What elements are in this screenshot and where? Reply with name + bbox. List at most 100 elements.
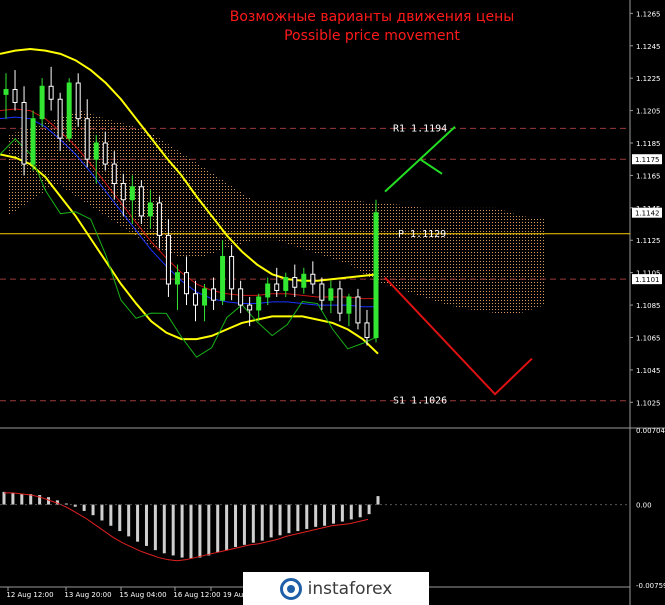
price-tick-label: 1.1125: [636, 237, 661, 245]
oscillator-bar: [314, 504, 318, 527]
chart-title-ru: Возможные варианты движения цены: [230, 9, 515, 25]
candle-body: [111, 163, 117, 185]
price-tick-label: 1.1045: [636, 367, 661, 375]
oscillator-bar: [340, 504, 344, 522]
candle-body: [102, 142, 108, 165]
oscillator-bar: [127, 504, 131, 537]
price-tick-label: 1.1205: [636, 108, 661, 116]
candle-body: [283, 277, 289, 291]
candle-body: [310, 273, 316, 285]
oscillator-bar: [136, 504, 140, 542]
price-tick-label: 1.1165: [636, 172, 661, 180]
oscillator-bar: [260, 504, 264, 541]
price-tag-label: 1.1175: [635, 156, 660, 164]
oscillator-bar: [251, 504, 255, 543]
oscillator-tick-label: -0.00759: [636, 582, 665, 590]
oscillator-bar: [162, 504, 166, 554]
candle-body: [57, 98, 63, 139]
candle-body: [274, 283, 280, 291]
oscillator-bar: [171, 504, 175, 556]
time-tick-label: 12 Aug 12:00: [6, 591, 53, 599]
price-tick-label: 1.1065: [636, 334, 661, 342]
candle-body: [66, 82, 72, 139]
oscillator-bar: [278, 504, 282, 536]
oscillator-bar: [11, 492, 15, 505]
candle-body: [256, 296, 262, 311]
candle-body: [39, 85, 45, 120]
candle-body: [120, 183, 126, 201]
candle-body: [12, 89, 18, 103]
oscillator-bar: [349, 504, 353, 520]
oscillator-bar: [207, 504, 211, 556]
oscillator-bar: [305, 504, 309, 529]
candle-body: [355, 296, 361, 324]
price-tag-label: 1.1142: [635, 210, 660, 218]
candle-body: [337, 288, 343, 314]
candle-body: [84, 118, 90, 160]
level-label-0: R1 1.1194: [393, 123, 447, 134]
candle-body: [30, 118, 36, 165]
candle-body: [202, 288, 208, 306]
oscillator-bar: [189, 504, 193, 559]
oscillator-bar: [287, 504, 291, 534]
candle-body: [211, 288, 217, 301]
price-tick-label: 1.1085: [636, 302, 661, 310]
oscillator-tick-label: 0.00704: [636, 427, 665, 435]
candle-body: [364, 322, 370, 338]
oscillator-bar: [269, 504, 273, 538]
oscillator-bar: [198, 504, 202, 558]
oscillator-bar: [323, 504, 327, 526]
price-tick-label: 1.1025: [636, 399, 661, 407]
oscillator-bar: [216, 504, 220, 553]
oscillator-bar: [91, 504, 95, 516]
oscillator-bar: [358, 504, 362, 518]
price-tick-label: 1.1265: [636, 10, 661, 18]
time-tick-label: 16 Aug 12:00: [173, 591, 220, 599]
forex-chart: R1 1.1194 P 1.1129 S1 1.1026 1.1265 1.1245 1…: [0, 0, 665, 605]
brand-logo: instaforex: [243, 572, 429, 605]
oscillator-bar: [376, 496, 380, 505]
candle-body: [138, 186, 144, 217]
candle-body: [292, 277, 298, 288]
candle-body: [193, 293, 199, 306]
oscillator-bar: [296, 504, 300, 532]
oscillator-bar: [367, 504, 371, 515]
candle-body: [328, 288, 334, 301]
candle-body: [183, 272, 189, 295]
price-tick-label: 1.1185: [636, 140, 661, 148]
candle-body: [247, 304, 253, 311]
chart-title-en: Possible price movement: [284, 28, 460, 44]
time-tick-label: 13 Aug 20:00: [64, 591, 111, 599]
candle-body: [319, 283, 325, 301]
candle-body: [301, 273, 307, 288]
oscillator-bar: [153, 504, 157, 551]
oscillator-bar: [234, 504, 238, 547]
candle-body: [147, 202, 153, 217]
candle-body: [165, 234, 171, 285]
candle-body: [93, 142, 99, 160]
candle-body: [373, 212, 379, 338]
price-tag-label: 1.1101: [635, 276, 660, 284]
candle-body: [346, 296, 352, 314]
oscillator-bar: [100, 504, 104, 521]
candle-body: [229, 255, 235, 290]
oscillator-bar: [225, 504, 229, 551]
candle-body: [156, 202, 162, 236]
oscillator-bar: [82, 504, 86, 511]
candle-body: [220, 255, 226, 301]
candle-body: [265, 283, 271, 298]
time-tick-label: 19 Au: [223, 591, 243, 599]
oscillator-bar: [144, 504, 148, 546]
oscillator-bar: [20, 493, 24, 505]
logo-text: instaforex: [307, 578, 393, 599]
level-label-1: P 1.1129: [398, 229, 446, 240]
oscillator-bar: [180, 504, 184, 558]
candle-body: [174, 272, 180, 285]
candle-body: [21, 101, 27, 165]
oscillator-bar: [109, 504, 113, 526]
candle-body: [75, 82, 81, 120]
level-label-2: S1 1.1026: [393, 396, 447, 407]
price-tick-label: 1.1225: [636, 75, 661, 83]
oscillator-tick-label: 0.00: [636, 502, 652, 510]
oscillator-bar: [331, 504, 335, 524]
